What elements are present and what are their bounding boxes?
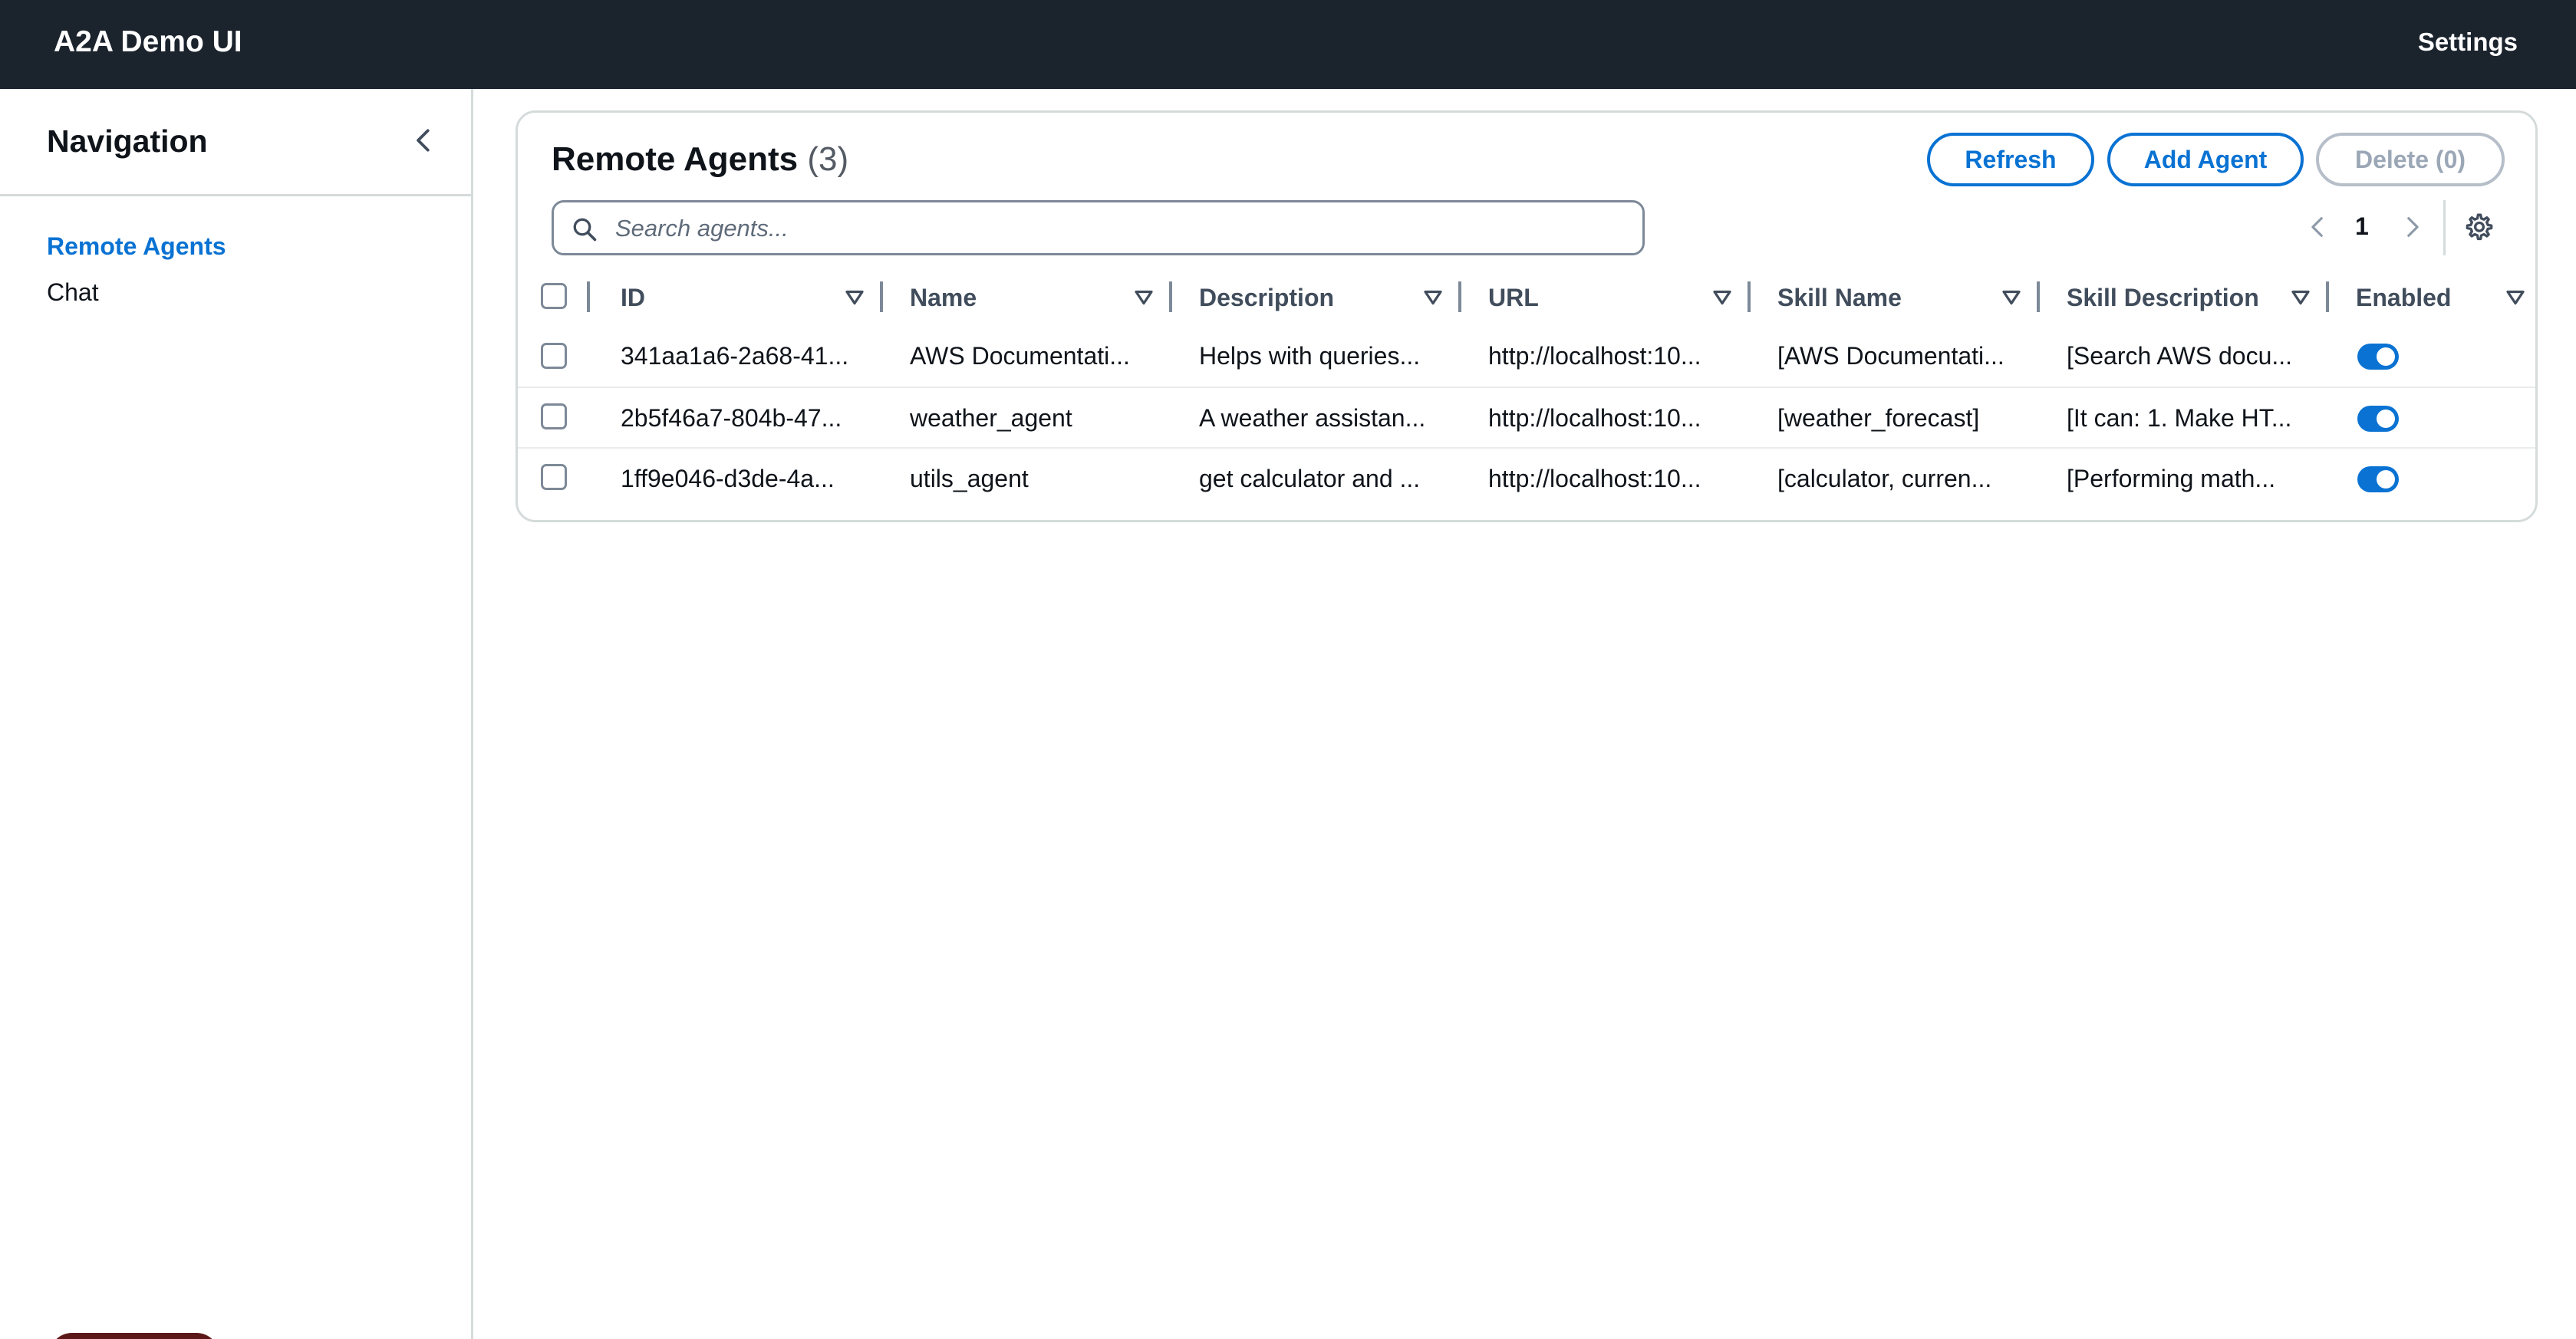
table-header-row: ID Name Description URL Skill Name Skill… xyxy=(518,266,2535,326)
add-agent-button[interactable]: Add Agent xyxy=(2107,133,2304,186)
cell-skill-name: [AWS Documentati... xyxy=(1777,342,2004,370)
column-header-name[interactable]: Name xyxy=(910,266,1198,326)
cell-skill-description: [It can: 1. Make HT... xyxy=(2067,404,2292,432)
enabled-toggle[interactable] xyxy=(2357,466,2399,492)
search-icon xyxy=(573,218,597,242)
toggle-knob xyxy=(2377,470,2395,489)
column-header-label: URL xyxy=(1488,284,1539,311)
navigation-header: Navigation xyxy=(0,89,471,196)
row-select-checkbox[interactable] xyxy=(541,464,567,490)
column-header-label: Description xyxy=(1199,284,1335,311)
search-field[interactable] xyxy=(552,200,1645,255)
column-header-label: ID xyxy=(621,284,645,311)
cell-description: get calculator and ... xyxy=(1199,465,1421,492)
cell-description: A weather assistan... xyxy=(1199,404,1426,432)
column-header-skill-name[interactable]: Skill Name xyxy=(1777,266,2066,326)
cell-skill-name: [calculator, curren... xyxy=(1777,465,1992,492)
column-header-label: Name xyxy=(910,284,977,311)
cell-name: utils_agent xyxy=(910,465,1029,492)
panel-title: Remote Agents (3) xyxy=(552,138,848,181)
navigation-title: Navigation xyxy=(47,123,208,159)
panel-title-text: Remote Agents xyxy=(552,140,799,178)
enabled-toggle[interactable] xyxy=(2357,406,2399,432)
cell-url: http://localhost:10... xyxy=(1488,465,1701,492)
row-select-checkbox[interactable] xyxy=(541,403,567,429)
gear-icon[interactable] xyxy=(2464,212,2495,242)
caret-down-icon[interactable] xyxy=(1132,286,1155,309)
cell-url: http://localhost:10... xyxy=(1488,342,1701,370)
cell-id: 2b5f46a7-804b-47... xyxy=(621,404,842,432)
select-all-checkbox[interactable] xyxy=(541,283,567,309)
column-resizer[interactable] xyxy=(1458,281,1461,312)
sidebar-item-chat[interactable]: Chat xyxy=(47,276,99,308)
column-resizer[interactable] xyxy=(2326,281,2329,312)
column-resizer[interactable] xyxy=(1169,281,1172,312)
column-header-enabled[interactable]: Enabled xyxy=(2356,266,2532,326)
column-header-skill-description[interactable]: Skill Description xyxy=(2067,266,2355,326)
enabled-toggle[interactable] xyxy=(2357,344,2399,370)
caret-down-icon[interactable] xyxy=(1421,286,1444,309)
column-resizer[interactable] xyxy=(587,281,590,312)
cell-skill-name: [weather_forecast] xyxy=(1777,404,1980,432)
column-resizer[interactable] xyxy=(2037,281,2040,312)
cell-skill-description: [Performing math... xyxy=(2067,465,2276,492)
sidebar-bottom-button[interactable] xyxy=(49,1333,219,1339)
cell-name: weather_agent xyxy=(910,404,1072,432)
column-header-url[interactable]: URL xyxy=(1488,266,1777,326)
chevron-left-icon[interactable] xyxy=(2305,214,2331,240)
cell-url: http://localhost:10... xyxy=(1488,404,1701,432)
top-navigation-bar: A2A Demo UI Settings xyxy=(0,0,2576,89)
column-header-label: Enabled xyxy=(2356,284,2452,311)
column-header-description[interactable]: Description xyxy=(1199,266,1487,326)
cell-skill-description: [Search AWS docu... xyxy=(2067,342,2293,370)
sidebar-item-remote-agents[interactable]: Remote Agents xyxy=(47,230,226,262)
column-resizer[interactable] xyxy=(1748,281,1751,312)
column-header-id[interactable]: ID xyxy=(621,266,909,326)
delete-button[interactable]: Delete (0) xyxy=(2316,133,2505,186)
column-header-label: Skill Name xyxy=(1777,284,1902,311)
pagination-divider xyxy=(2443,200,2446,255)
caret-down-icon[interactable] xyxy=(1711,286,1734,309)
column-header-label: Skill Description xyxy=(2067,284,2259,311)
app-title[interactable]: A2A Demo UI xyxy=(54,23,242,61)
toggle-knob xyxy=(2377,347,2395,366)
row-select-checkbox[interactable] xyxy=(541,343,567,369)
agent-count: (3) xyxy=(807,140,849,178)
table-row[interactable]: 1ff9e046-d3de-4a... utils_agent get calc… xyxy=(518,447,2535,508)
side-navigation: Navigation Remote Agents Chat xyxy=(0,89,473,1339)
settings-link[interactable]: Settings xyxy=(2418,25,2518,59)
caret-down-icon[interactable] xyxy=(2289,286,2312,309)
cell-id: 1ff9e046-d3de-4a... xyxy=(621,465,835,492)
chevron-left-icon[interactable] xyxy=(410,126,439,155)
table-row[interactable]: 341aa1a6-2a68-41... AWS Documentati... H… xyxy=(518,326,2535,387)
caret-down-icon[interactable] xyxy=(843,286,866,309)
cell-description: Helps with queries... xyxy=(1199,342,1421,370)
current-page-number[interactable]: 1 xyxy=(2355,209,2369,243)
caret-down-icon[interactable] xyxy=(2000,286,2023,309)
agents-table: ID Name Description URL Skill Name Skill… xyxy=(518,266,2535,508)
remote-agents-table-container: Remote Agents (3) Refresh Add Agent Dele… xyxy=(516,110,2538,522)
refresh-button[interactable]: Refresh xyxy=(1927,133,2094,186)
cell-name: AWS Documentati... xyxy=(910,342,1130,370)
cell-id: 341aa1a6-2a68-41... xyxy=(621,342,849,370)
column-resizer[interactable] xyxy=(880,281,883,312)
search-input[interactable] xyxy=(615,209,1628,248)
toggle-knob xyxy=(2377,410,2395,428)
caret-down-icon[interactable] xyxy=(2504,286,2527,309)
chevron-right-icon[interactable] xyxy=(2399,214,2425,240)
table-row[interactable]: 2b5f46a7-804b-47... weather_agent A weat… xyxy=(518,387,2535,447)
